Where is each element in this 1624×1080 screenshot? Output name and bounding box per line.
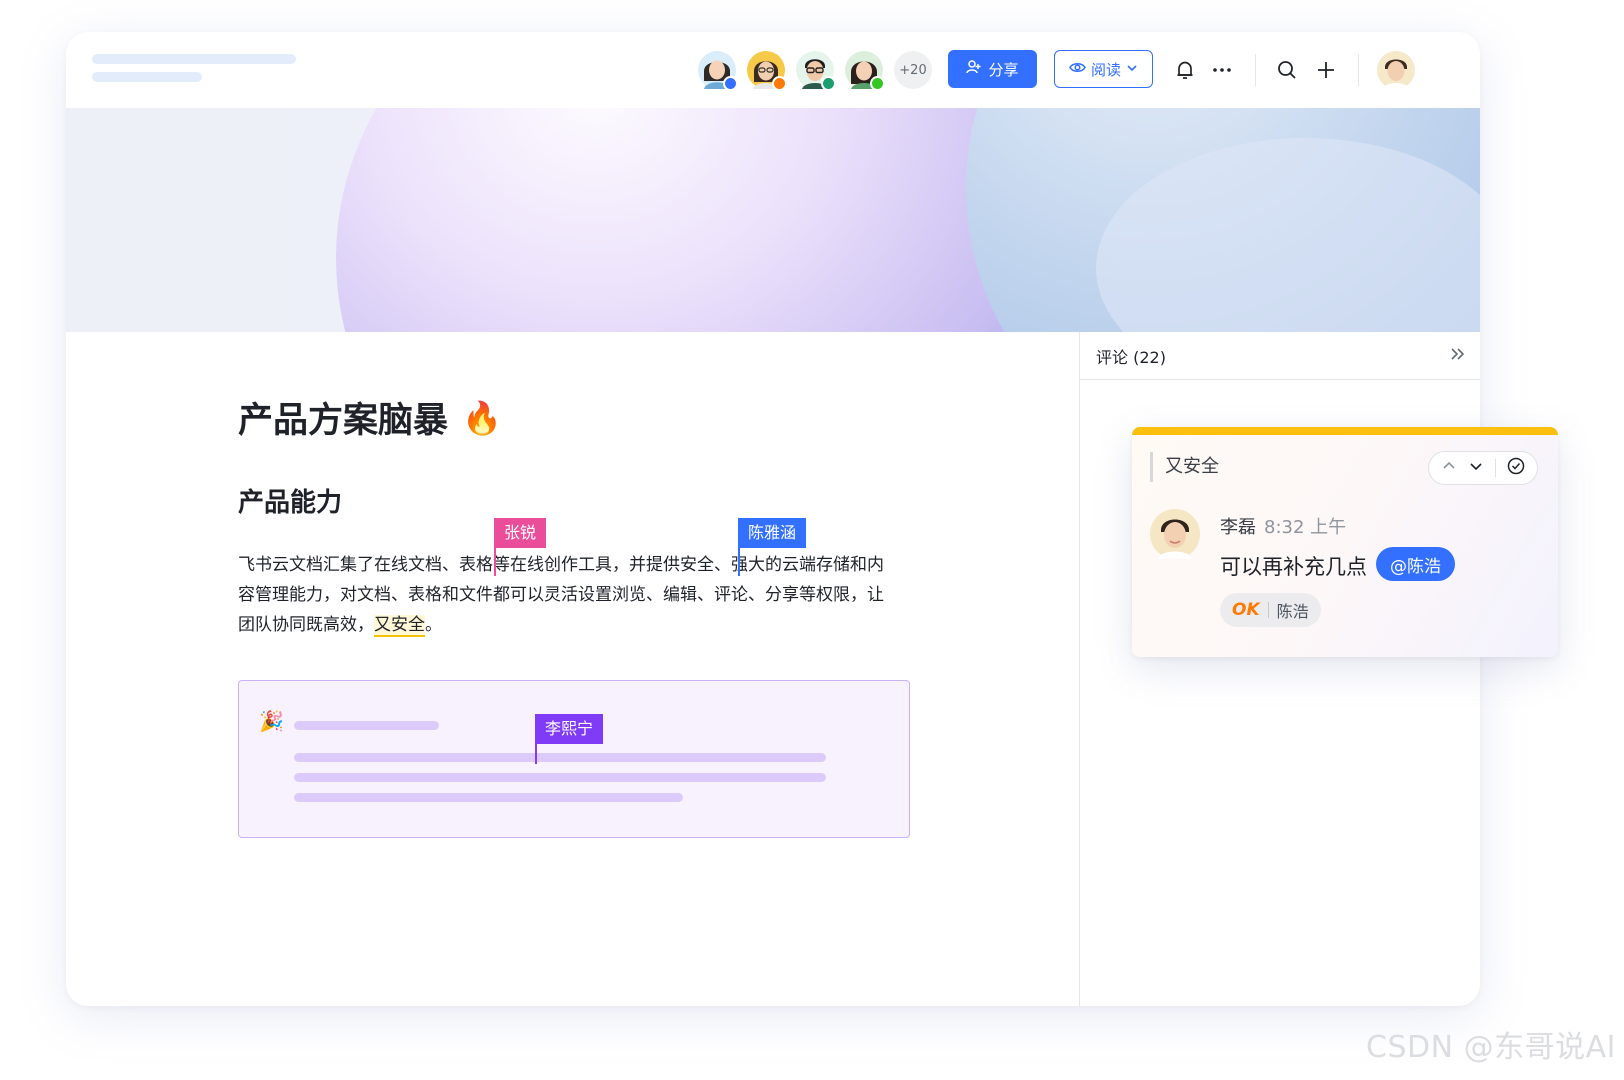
comment-text: 可以再补充几点 [1220, 555, 1367, 579]
reaction-divider [1267, 602, 1269, 618]
cover-banner [66, 108, 1480, 332]
breadcrumb-placeholder [92, 54, 296, 64]
cursor-caret [738, 548, 740, 576]
toolbar-divider [1255, 54, 1256, 86]
subtitle-placeholder [92, 72, 202, 82]
reaction-user: 陈浩 [1276, 602, 1309, 621]
paragraph-line: 团队协同既高效，又安全。 [238, 610, 938, 640]
comments-count: 评论 (22) [1096, 347, 1166, 367]
collaborator-avatar[interactable] [796, 51, 836, 91]
status-dot [723, 76, 738, 91]
nav-divider [1495, 459, 1497, 477]
cursor-flag-zhangrui: 张锐 [494, 518, 547, 548]
chevron-up-icon[interactable] [1441, 458, 1457, 478]
ok-reaction-icon: OK [1232, 600, 1260, 620]
paragraph-line: 容管理能力，对文档、表格和文件都可以灵活设置浏览、编辑、评论、分享等权限，让 [238, 585, 884, 605]
party-popper-icon: 🎉 [259, 709, 284, 733]
collaborator-avatar[interactable] [747, 51, 787, 91]
placeholder-line [294, 753, 826, 762]
document-title[interactable]: 产品方案脑暴 🔥 [238, 392, 502, 443]
title-text: 产品方案脑暴 [238, 401, 449, 441]
plus-icon[interactable] [1310, 54, 1342, 86]
chevron-down-icon [1126, 60, 1138, 78]
section-heading[interactable]: 产品能力 [238, 482, 342, 519]
commenter-avatar[interactable] [1150, 509, 1200, 559]
read-label: 阅读 [1090, 60, 1121, 79]
comment-author-line: 李磊 8:32 上午 [1220, 513, 1346, 539]
collaborator-avatar[interactable] [845, 51, 885, 91]
status-dot [772, 76, 787, 91]
comment-author: 李磊 [1220, 517, 1256, 538]
user-avatar[interactable] [1377, 51, 1415, 89]
chevron-down-icon[interactable] [1468, 458, 1484, 478]
comments-header: 评论 (22) [1080, 332, 1480, 380]
comment-active-bar [1132, 427, 1558, 435]
share-button[interactable]: 分享 [948, 50, 1037, 88]
paragraph-text: 团队协同既高效， [238, 615, 374, 635]
callout-block[interactable]: 🎉 李熙宁 [238, 680, 910, 838]
cursor-caret [494, 548, 496, 576]
placeholder-line [294, 721, 439, 730]
fire-icon: 🔥 [462, 398, 502, 437]
comment-card[interactable]: 又安全 李磊 8:32 上午 可以再补充几点 @陈浩 OK 陈浩 [1132, 427, 1558, 657]
mention-chip[interactable]: @陈浩 [1376, 547, 1455, 581]
search-icon[interactable] [1271, 54, 1303, 86]
top-bar: +20 分享 阅读 [66, 32, 1480, 108]
eye-icon [1069, 59, 1086, 80]
status-dot [821, 76, 836, 91]
more-collaborators-count[interactable]: +20 [894, 51, 932, 89]
comment-nav-controls [1428, 451, 1538, 485]
quoted-text: 又安全 [1150, 452, 1219, 482]
cursor-flag-lixining: 李熙宁 [535, 714, 604, 744]
resolve-check-icon[interactable] [1507, 457, 1525, 479]
document-body[interactable]: 产品方案脑暴 🔥 产品能力 飞书云文档汇集了在线文档、表格等在线创作工具，并提供… [66, 332, 1080, 1006]
paragraph-text: 。 [425, 615, 442, 635]
cursor-flag-chenyahan: 陈雅涵 [738, 518, 807, 548]
collapse-panel-icon[interactable] [1449, 345, 1467, 367]
toolbar-divider [1358, 54, 1359, 86]
cursor-caret [535, 744, 537, 764]
read-mode-dropdown[interactable]: 阅读 [1054, 50, 1153, 88]
add-user-icon [966, 59, 982, 79]
more-options-icon[interactable] [1206, 54, 1238, 86]
status-dot [870, 76, 885, 91]
comment-time: 8:32 上午 [1264, 517, 1347, 538]
bell-icon[interactable] [1169, 54, 1201, 86]
paragraph-line: 飞书云文档汇集了在线文档、表格等在线创作工具，并提供安全、强大的云端存储和内 [238, 555, 884, 575]
share-label: 分享 [988, 60, 1019, 79]
watermark: CSDN @东哥说AI [1366, 1030, 1616, 1065]
placeholder-line [294, 793, 683, 802]
collaborator-avatar[interactable] [698, 51, 738, 91]
paragraph[interactable]: 飞书云文档汇集了在线文档、表格等在线创作工具，并提供安全、强大的云端存储和内 容… [238, 550, 938, 640]
reaction-chip[interactable]: OK 陈浩 [1220, 593, 1321, 627]
placeholder-line [294, 773, 826, 782]
commented-highlight[interactable]: 又安全 [374, 615, 425, 637]
